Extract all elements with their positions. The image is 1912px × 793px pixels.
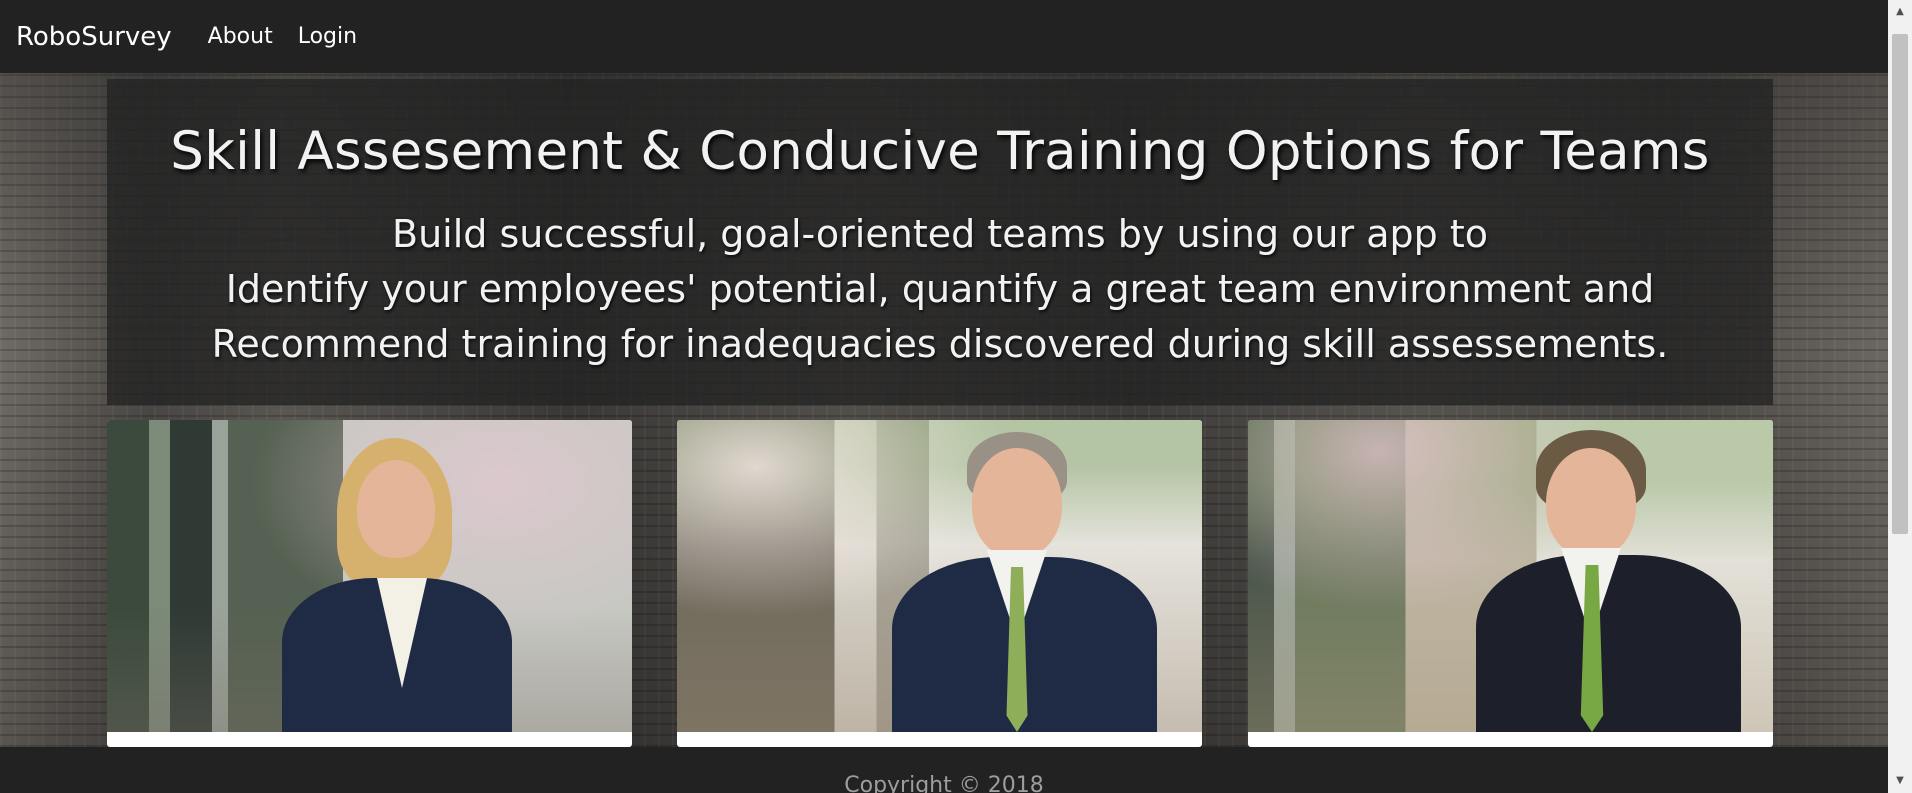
team-member-photo-man: [677, 420, 1202, 732]
page: RoboSurvey About Login Skill Assesement …: [0, 0, 1888, 793]
team-card: [677, 420, 1202, 747]
copyright-text: Copyright © 2018: [844, 773, 1044, 793]
nav-link-login[interactable]: Login: [298, 24, 357, 49]
team-card: [107, 420, 632, 747]
hero-lead-line: Recommend training for inadequacies disc…: [211, 322, 1669, 366]
hero-lead-line: Build successful, goal-oriented teams by…: [392, 212, 1488, 256]
scroll-up-arrow-icon[interactable]: ▲: [1888, 2, 1912, 22]
hero-lead: Build successful, goal-oriented teams by…: [107, 207, 1773, 372]
scrollbar-thumb[interactable]: [1892, 34, 1908, 534]
vertical-scrollbar[interactable]: ▲ ▼: [1888, 0, 1912, 793]
team-member-photo-woman: [107, 420, 632, 732]
hero-lead-line: Identify your employees' potential, quan…: [225, 267, 1655, 311]
nav-link-about[interactable]: About: [208, 24, 273, 49]
footer: Copyright © 2018: [0, 747, 1888, 793]
person-figure: [282, 438, 522, 732]
person-figure: [1476, 430, 1746, 732]
team-card: [1248, 420, 1773, 747]
brand-link[interactable]: RoboSurvey: [16, 22, 172, 52]
hero-title: Skill Assesement & Conducive Training Op…: [170, 121, 1710, 182]
person-figure: [892, 432, 1162, 732]
team-member-photo-man: [1248, 420, 1773, 732]
scroll-down-arrow-icon[interactable]: ▼: [1888, 771, 1912, 791]
navbar: RoboSurvey About Login: [0, 0, 1888, 73]
hero-panel: Skill Assesement & Conducive Training Op…: [107, 79, 1773, 405]
